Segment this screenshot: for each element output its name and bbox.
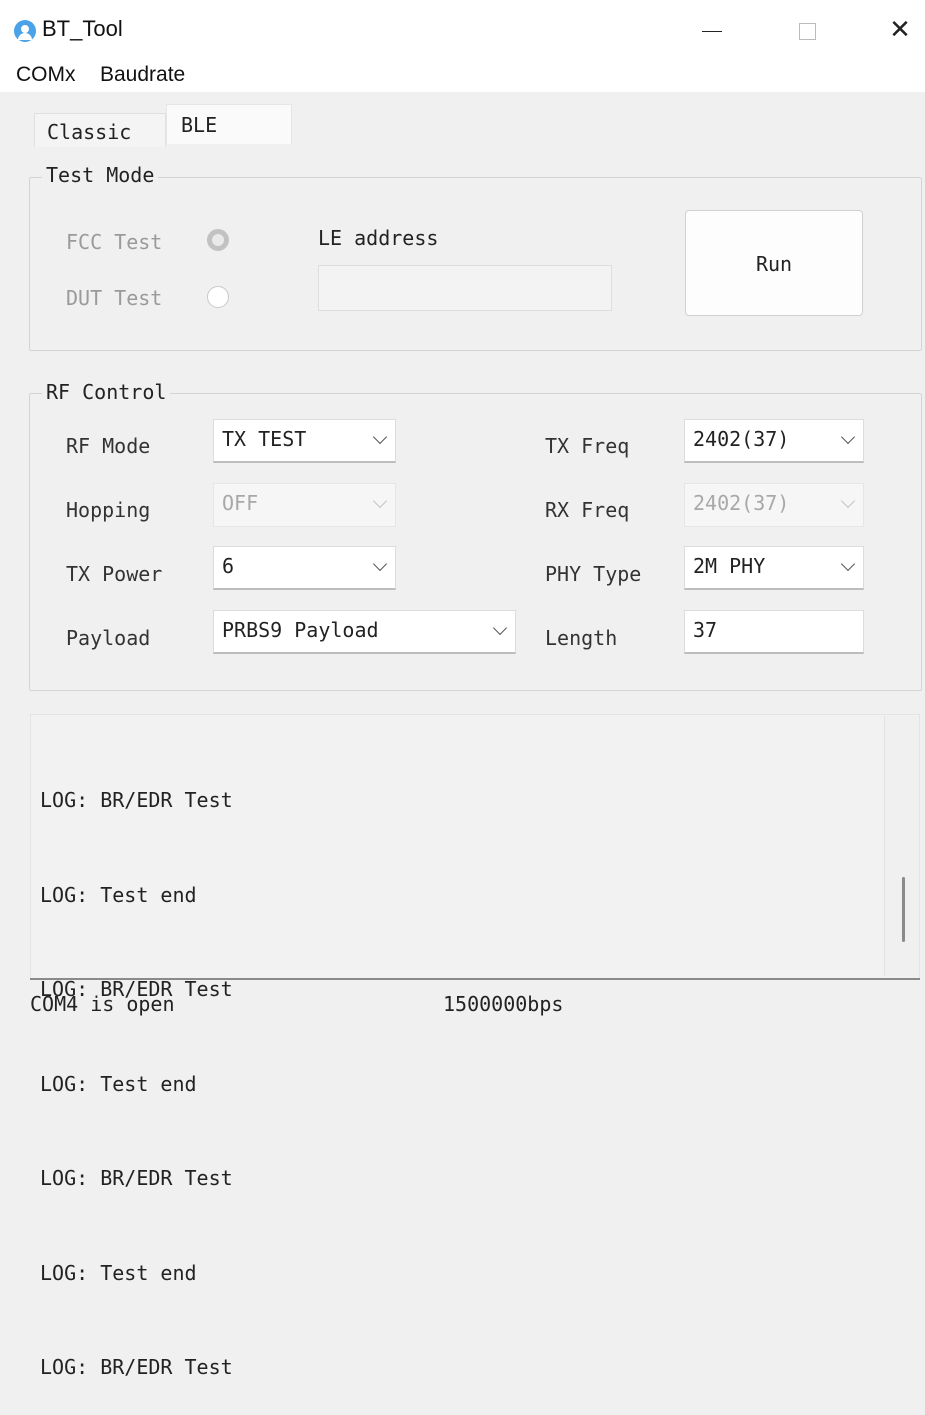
length-input[interactable]: 37	[684, 610, 864, 654]
tx-freq-select[interactable]: 2402(37)	[684, 419, 864, 463]
chevron-down-icon	[372, 429, 388, 445]
chevron-down-icon	[840, 429, 856, 445]
log-line: LOG: BR/EDR Test	[40, 1355, 233, 1379]
chevron-down-icon	[372, 556, 388, 572]
tab-classic[interactable]: Classic	[34, 113, 166, 147]
minimize-button[interactable]	[682, 8, 742, 52]
rf-mode-select[interactable]: TX TEST	[213, 419, 396, 463]
tx-freq-value: 2402(37)	[693, 427, 790, 451]
hopping-value: OFF	[222, 491, 259, 515]
tx-power-select[interactable]: 6	[213, 546, 396, 590]
rx-freq-value: 2402(37)	[693, 491, 790, 515]
maximize-icon	[798, 22, 816, 40]
status-baudrate: 1500000bps	[443, 992, 564, 1016]
le-address-label: LE address	[318, 226, 439, 250]
log-line: LOG: Test end	[40, 882, 197, 907]
fcc-test-label: FCC Test	[66, 230, 163, 254]
chevron-down-icon	[840, 493, 856, 509]
maximize-button[interactable]	[777, 8, 837, 52]
tab-ble[interactable]: BLE	[166, 104, 292, 144]
rx-freq-label: RX Freq	[545, 498, 630, 522]
minimize-icon	[702, 30, 722, 32]
chevron-down-icon	[840, 556, 856, 572]
hopping-select[interactable]: OFF	[213, 483, 396, 527]
log-line: LOG: Test end	[40, 1071, 197, 1096]
tx-freq-label: TX Freq	[545, 434, 630, 458]
menu-baudrate[interactable]: Baudrate	[100, 63, 185, 87]
app-icon	[14, 20, 36, 42]
tx-power-label: TX Power	[66, 562, 163, 586]
phy-type-select[interactable]: 2M PHY	[684, 546, 864, 590]
rx-freq-select[interactable]: 2402(37)	[684, 483, 864, 527]
le-address-input[interactable]	[318, 265, 612, 311]
length-label: Length	[545, 626, 618, 650]
payload-select[interactable]: PRBS9 Payload	[213, 610, 516, 654]
hopping-label: Hopping	[66, 498, 151, 522]
dut-test-radio[interactable]	[207, 286, 229, 308]
log-line: LOG: Test end	[40, 1260, 197, 1285]
log-line: LOG: BR/EDR Test	[40, 788, 233, 812]
menu-bar: COMx Baudrate	[0, 60, 925, 92]
phy-type-value: 2M PHY	[693, 554, 766, 578]
tx-power-value: 6	[222, 554, 235, 578]
rf-control-legend: RF Control	[42, 380, 171, 404]
close-button[interactable]: ✕	[870, 8, 925, 52]
chevron-down-icon	[492, 620, 508, 636]
rf-mode-label: RF Mode	[66, 434, 151, 458]
log-divider	[30, 978, 920, 980]
log-text: LOG: BR/EDR Test LOG: Test end LOG: BR/E…	[40, 722, 233, 1415]
window-title: BT_Tool	[42, 16, 123, 41]
log-line: LOG: BR/EDR Test	[40, 1166, 233, 1190]
menu-comx[interactable]: COMx	[16, 63, 76, 87]
log-scrollbar-thumb[interactable]	[902, 877, 905, 942]
fcc-test-radio[interactable]	[207, 229, 229, 251]
status-port: COM4 is open	[30, 992, 175, 1016]
dut-test-label: DUT Test	[66, 286, 163, 310]
test-mode-legend: Test Mode	[42, 163, 159, 187]
run-button[interactable]: Run	[685, 210, 863, 316]
payload-value: PRBS9 Payload	[222, 618, 379, 642]
payload-label: Payload	[66, 626, 151, 650]
close-icon: ✕	[889, 15, 911, 45]
phy-type-label: PHY Type	[545, 562, 642, 586]
rf-mode-value: TX TEST	[222, 427, 307, 451]
chevron-down-icon	[372, 493, 388, 509]
